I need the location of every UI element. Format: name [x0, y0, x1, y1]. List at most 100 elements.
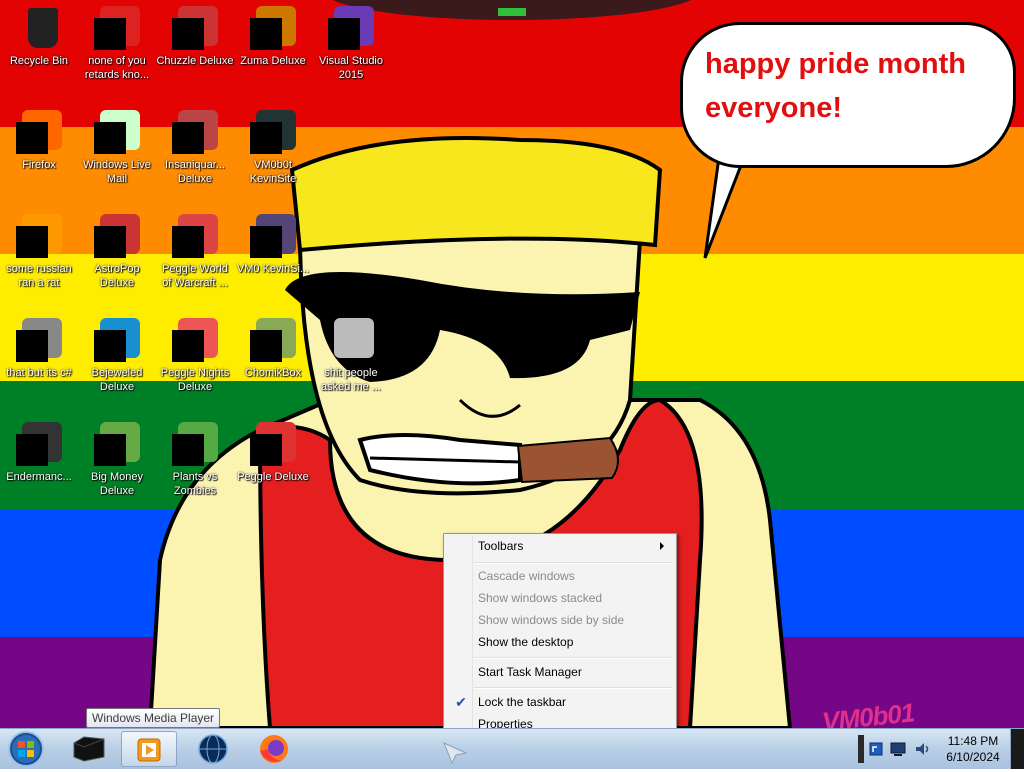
desktop-icon-label: that but its c#	[6, 367, 72, 379]
game-icon	[250, 422, 296, 466]
desktop-icon-label: Bejeweled Deluxe	[91, 367, 143, 393]
desktop-icon-label: Peggle Deluxe	[237, 471, 309, 483]
desktop-icon-label: Peggle Nights Deluxe	[160, 367, 230, 393]
game-icon	[172, 110, 218, 154]
volume-icon[interactable]	[914, 741, 932, 757]
start-button[interactable]	[6, 729, 46, 769]
game-icon	[172, 318, 218, 362]
visual-studio-icon	[328, 6, 374, 50]
desktop-icon-label: Zuma Deluxe	[240, 55, 306, 67]
menu-item-label: Toolbars	[478, 539, 524, 553]
desktop-icon-label: Recycle Bin	[9, 55, 69, 67]
desktop-icon-label: VM0b0t KevinSite	[249, 159, 297, 185]
menu-item-lock-taskbar[interactable]: ✔ Lock the taskbar	[446, 692, 674, 712]
folder-icon	[328, 318, 374, 362]
system-clock[interactable]: 11:48 PM 6/10/2024	[942, 733, 1004, 765]
desktop-icon[interactable]: Peggle Deluxe	[234, 422, 312, 484]
menu-item-label: Show windows stacked	[478, 591, 603, 605]
media-player-icon	[137, 738, 161, 762]
desktop-icon-label: some russian ran a rat	[6, 263, 72, 289]
action-center-icon[interactable]	[868, 741, 884, 757]
desktop-icon[interactable]: that but its c#	[0, 318, 78, 380]
desktop-icon[interactable]: none of you retards kno...	[78, 6, 156, 82]
desktop-icon[interactable]: Peggle Nights Deluxe	[156, 318, 234, 394]
app-icon	[16, 422, 62, 466]
app-icon	[250, 318, 296, 362]
menu-item-label: Show windows side by side	[478, 613, 625, 627]
desktop-icon[interactable]: Big Money Deluxe	[78, 422, 156, 498]
desktop-icon-label: AstroPop Deluxe	[94, 263, 140, 289]
desktop-icon[interactable]: Plants vs Zombies	[156, 422, 234, 498]
menu-item-label: Lock the taskbar	[478, 695, 567, 709]
globe-icon	[198, 734, 228, 764]
mouse-cursor-icon	[443, 742, 468, 765]
clock-time: 11:48 PM	[947, 734, 999, 748]
desktop-icon-label: Visual Studio 2015	[318, 55, 383, 81]
desktop-icon[interactable]: VM0b0t KevinSite	[234, 110, 312, 186]
desktop-icon-label: shit people asked me ...	[321, 367, 381, 393]
desktop-icon-label: Endermanc...	[6, 471, 72, 483]
app-icon	[94, 6, 140, 50]
menu-item-label: Properties	[478, 717, 533, 728]
desktop-icon-label: Firefox	[22, 159, 56, 171]
desktop-icon[interactable]: Peggle World of Warcraft ...	[156, 214, 234, 290]
network-icon[interactable]	[890, 741, 908, 757]
submenu-arrow-icon	[660, 542, 664, 550]
desktop-icon[interactable]: Chuzzle Deluxe	[156, 6, 234, 68]
show-desktop-button[interactable]	[1010, 729, 1024, 769]
shortcut-icon	[250, 110, 296, 154]
taskbar-app-pinned[interactable]	[62, 731, 118, 767]
recycle-bin-icon	[16, 6, 62, 50]
file-icon	[16, 318, 62, 362]
desktop-icon-label: Insaniquar... Deluxe	[165, 159, 225, 185]
game-icon	[172, 6, 218, 50]
desktop-icon[interactable]: ChomikBox	[234, 318, 312, 380]
desktop-icon[interactable]: Firefox	[0, 110, 78, 172]
desktop-icon[interactable]: Windows Live Mail	[78, 110, 156, 186]
game-icon	[94, 422, 140, 466]
game-icon	[250, 6, 296, 50]
desktop[interactable]: happy pride month everyone! VM0b01 Recyc…	[0, 0, 1024, 728]
shortcut-icon	[250, 214, 296, 258]
desktop-icon-label: Windows Live Mail	[83, 159, 151, 185]
desktop-icon-label: Chuzzle Deluxe	[156, 55, 234, 67]
menu-item-show-windows-stacked[interactable]: Show windows stacked	[446, 588, 674, 608]
menu-separator	[474, 562, 672, 564]
desktop-icon[interactable]: Visual Studio 2015	[312, 6, 390, 82]
firefox-icon	[16, 110, 62, 154]
speech-bubble-text: happy pride month everyone!	[705, 48, 966, 124]
menu-separator	[474, 657, 672, 659]
desktop-icon[interactable]: VM0 KevinSi...	[234, 214, 312, 276]
taskbar-firefox[interactable]	[246, 731, 302, 767]
game-icon	[172, 422, 218, 466]
desktop-icon-label: none of you retards kno...	[84, 55, 150, 81]
desktop-icon[interactable]: shit people asked me ...	[312, 318, 390, 394]
desktop-icon[interactable]: Zuma Deluxe	[234, 6, 312, 68]
tray-overflow-icon[interactable]	[858, 735, 864, 763]
notification-area[interactable]	[858, 729, 942, 769]
desktop-icon[interactable]: Insaniquar... Deluxe	[156, 110, 234, 186]
menu-item-start-task-manager[interactable]: Start Task Manager	[446, 662, 674, 682]
desktop-icon[interactable]: Endermanc...	[0, 422, 78, 484]
mail-icon	[94, 110, 140, 154]
taskbar[interactable]: 11:48 PM 6/10/2024	[0, 728, 1024, 769]
desktop-icon[interactable]: some russian ran a rat	[0, 214, 78, 290]
taskbar-context-menu: Toolbars Cascade windows Show windows st…	[443, 533, 677, 728]
desktop-icon-label: Peggle World of Warcraft ...	[162, 263, 228, 289]
menu-item-show-desktop[interactable]: Show the desktop	[446, 632, 674, 652]
clock-date: 6/10/2024	[946, 750, 1000, 764]
menu-item-side-by-side[interactable]: Show windows side by side	[446, 610, 674, 630]
taskbar-windows-media-player[interactable]	[121, 731, 177, 767]
menu-item-label: Start Task Manager	[478, 665, 582, 679]
taskbar-tooltip: Windows Media Player	[86, 708, 221, 728]
menu-item-properties[interactable]: Properties	[446, 714, 674, 728]
desktop-icon[interactable]: Bejeweled Deluxe	[78, 318, 156, 394]
black-box-icon	[73, 736, 105, 762]
desktop-icon[interactable]: Recycle Bin	[0, 6, 78, 68]
game-icon	[94, 318, 140, 362]
menu-item-toolbars[interactable]: Toolbars	[446, 536, 674, 556]
desktop-icon[interactable]: AstroPop Deluxe	[78, 214, 156, 290]
taskbar-globe-app[interactable]	[185, 731, 241, 767]
menu-item-cascade-windows[interactable]: Cascade windows	[446, 566, 674, 586]
desktop-icon-label: ChomikBox	[244, 367, 302, 379]
